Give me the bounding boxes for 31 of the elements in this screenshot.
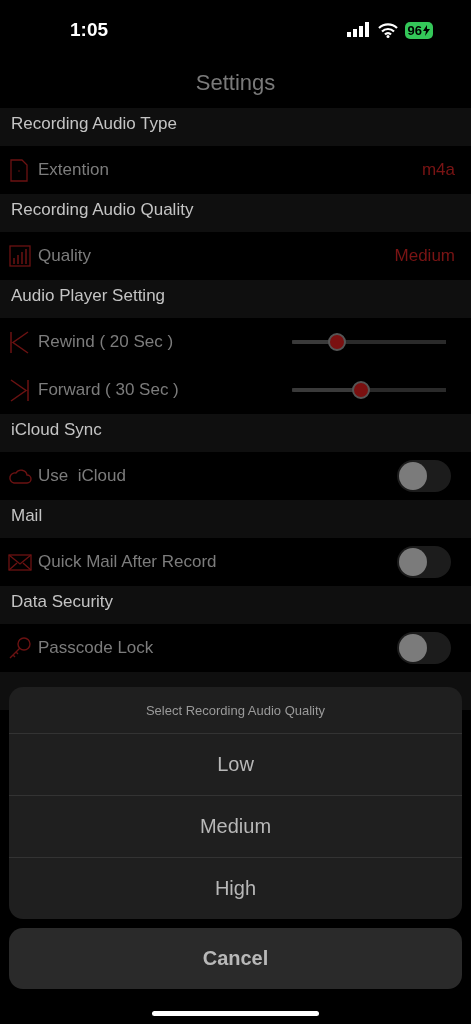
battery-indicator: 96 bbox=[404, 21, 433, 39]
setting-label: Forward ( 30 Sec ) bbox=[38, 380, 180, 400]
bar-chart-icon bbox=[8, 244, 32, 268]
section-header: Recording Audio Type bbox=[0, 108, 471, 146]
setting-label: Extention bbox=[38, 160, 110, 180]
setting-label: Passcode Lock bbox=[38, 638, 155, 658]
wifi-icon bbox=[377, 22, 398, 38]
key-icon bbox=[8, 636, 32, 660]
signal-icon bbox=[346, 22, 371, 38]
sheet-title: Select Recording Audio Quality bbox=[9, 687, 462, 734]
cancel-button[interactable]: Cancel bbox=[9, 928, 462, 989]
section-header: iCloud Sync bbox=[0, 414, 471, 452]
skip-forward-icon bbox=[8, 378, 32, 402]
section-header: Recording Audio Quality bbox=[0, 194, 471, 232]
setting-label: Quick Mail After Record bbox=[38, 552, 218, 572]
section-header: Data Security bbox=[0, 586, 471, 624]
option-button[interactable]: High bbox=[9, 858, 462, 919]
setting-label: Quality bbox=[38, 246, 92, 266]
section-header: Mail bbox=[0, 500, 471, 538]
toggle-switch[interactable] bbox=[397, 632, 451, 664]
option-button[interactable]: Medium bbox=[9, 796, 462, 858]
section-header: Audio Player Setting bbox=[0, 280, 471, 318]
slider-thumb[interactable] bbox=[352, 381, 371, 399]
screen-title: Settings bbox=[194, 69, 277, 97]
slider-thumb[interactable] bbox=[327, 333, 346, 351]
setting-label: Rewind ( 20 Sec ) bbox=[38, 332, 175, 352]
toggle-switch[interactable] bbox=[397, 546, 451, 578]
clock-time: 1:05 bbox=[70, 19, 110, 41]
toggle-switch[interactable] bbox=[397, 460, 451, 492]
option-button[interactable]: Low bbox=[9, 734, 462, 796]
setting-label: Use iCloud bbox=[38, 466, 127, 486]
